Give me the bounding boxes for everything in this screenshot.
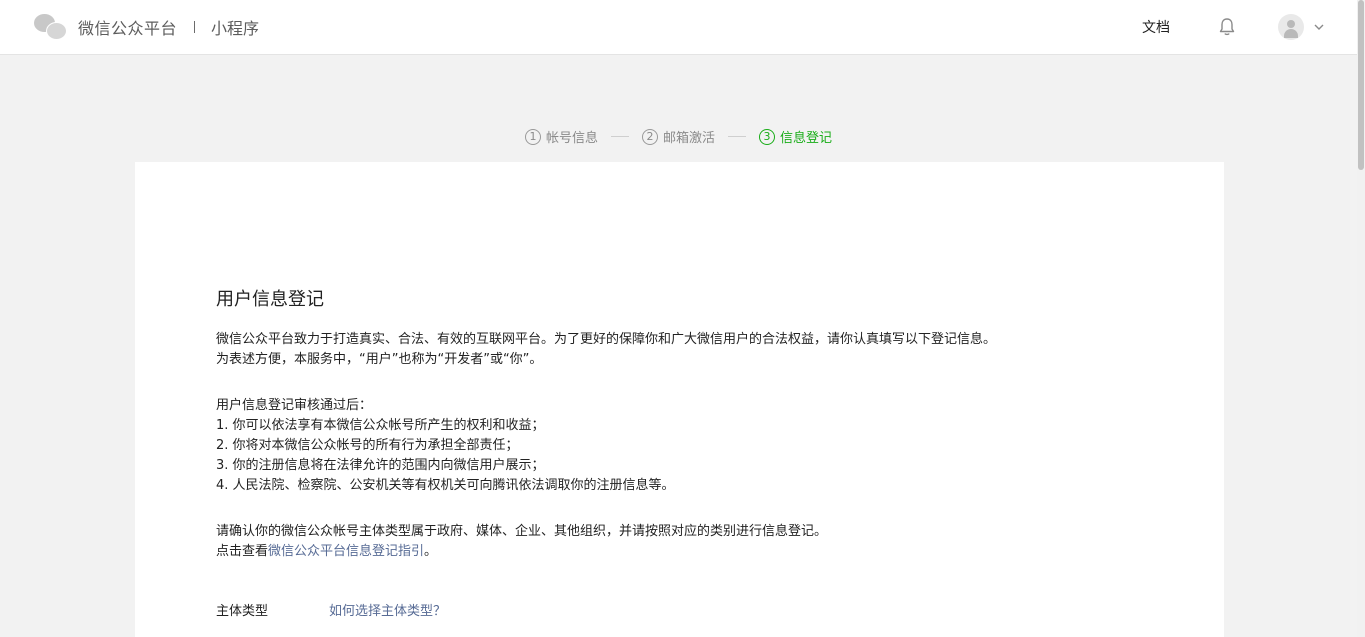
subject-type-help-link[interactable]: 如何选择主体类型？ <box>329 602 446 622</box>
wechat-logo-icon <box>34 13 67 41</box>
step-number: 3 <box>759 128 775 145</box>
step-number: 1 <box>524 128 541 145</box>
step-divider <box>728 136 746 137</box>
chevron-down-icon[interactable] <box>1314 23 1324 31</box>
step-account-info: 1 帐号信息 <box>524 127 598 146</box>
brand-subtitle: 小程序 <box>211 19 260 38</box>
step-number: 2 <box>641 128 658 145</box>
step-label: 邮箱激活 <box>662 131 715 146</box>
top-navbar: 微信公众平台 小程序 文档 <box>0 0 1357 55</box>
guide-prefix: 点击查看 <box>216 544 269 559</box>
confirm-paragraph: 请确认你的微信公众帐号主体类型属于政府、媒体、企业、其他组织，并请按照对应的类别… <box>216 522 1116 562</box>
docs-link[interactable]: 文档 <box>1142 17 1170 37</box>
page-scrollbar[interactable] <box>1357 0 1365 637</box>
subject-type-label: 主体类型 <box>216 604 269 619</box>
brand[interactable]: 微信公众平台 小程序 <box>34 12 259 42</box>
step-label: 帐号信息 <box>545 131 598 146</box>
scrollbar-thumb[interactable] <box>1358 0 1364 170</box>
main-panel: 用户信息登记 微信公众平台致力于打造真实、合法、有效的互联网平台。为了更好的保障… <box>135 162 1224 637</box>
guide-suffix: 。 <box>424 544 438 559</box>
step-email-activation: 2 邮箱激活 <box>641 127 715 146</box>
list-item: 1. 你可以依法享有本微信公众帐号所产生的权利和收益； <box>216 418 545 433</box>
subject-type-row: 主体类型 如何选择主体类型？ <box>216 602 1116 622</box>
page-title: 用户信息登记 <box>216 289 324 310</box>
list-item: 2. 你将对本微信公众帐号的所有行为承担全部责任； <box>216 438 519 453</box>
list-item: 4. 人民法院、检察院、公安机关等有权机关可向腾讯依法调取你的注册信息等。 <box>216 478 675 493</box>
brand-name: 微信公众平台 <box>78 19 178 38</box>
intro-paragraph: 微信公众平台致力于打造真实、合法、有效的互联网平台。为了更好的保障你和广大微信用… <box>216 330 1116 370</box>
confirm-text: 请确认你的微信公众帐号主体类型属于政府、媒体、企业、其他组织，并请按照对应的类别… <box>216 524 828 539</box>
bell-icon[interactable] <box>1218 17 1236 37</box>
registration-guide-link[interactable]: 微信公众平台信息登记指引 <box>268 544 424 559</box>
step-info-registration: 3 信息登记 <box>759 127 832 146</box>
list-heading: 用户信息登记审核通过后： <box>216 398 373 413</box>
review-rights-list: 用户信息登记审核通过后： 1. 你可以依法享有本微信公众帐号所产生的权利和收益；… <box>216 396 1116 496</box>
avatar-icon[interactable] <box>1278 14 1304 40</box>
guide-line: 点击查看微信公众平台信息登记指引。 <box>216 542 1116 562</box>
step-divider <box>610 136 629 137</box>
step-label: 信息登记 <box>780 131 833 146</box>
registration-content: 用户信息登记 微信公众平台致力于打造真实、合法、有效的互联网平台。为了更好的保障… <box>216 290 1116 622</box>
intro-line: 微信公众平台致力于打造真实、合法、有效的互联网平台。为了更好的保障你和广大微信用… <box>216 332 997 347</box>
registration-steps: 1 帐号信息 2 邮箱激活 3 信息登记 <box>0 127 1357 146</box>
intro-line: 为表述方便，本服务中，“用户”也称为“开发者”或“你”。 <box>216 352 543 367</box>
list-item: 3. 你的注册信息将在法律允许的范围内向微信用户展示； <box>216 458 545 473</box>
top-right-actions: 文档 <box>1142 13 1324 41</box>
brand-separator <box>194 21 196 33</box>
